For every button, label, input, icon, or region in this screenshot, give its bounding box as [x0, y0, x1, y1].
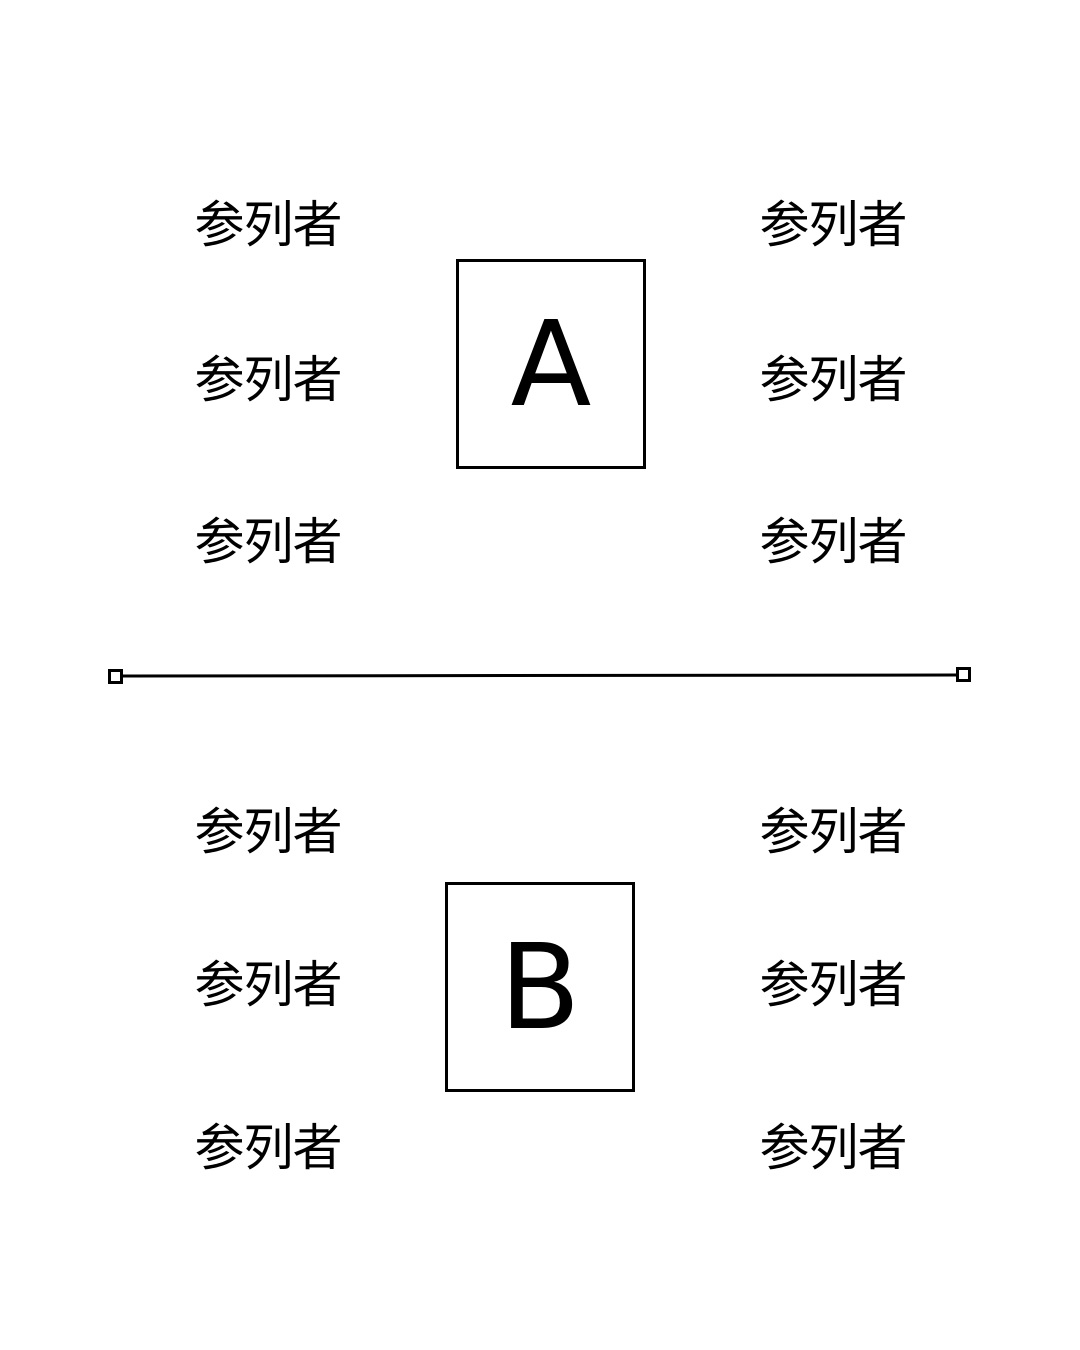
- group-a: 参列者 参列者 参列者 A 参列者 参列者 参列者: [0, 170, 1080, 590]
- attendee-a-right-3: 参列者: [759, 513, 908, 571]
- attendee-a-left-2: 参列者: [194, 351, 343, 409]
- table-a-label: A: [510, 295, 592, 433]
- attendee-b-right-3: 参列者: [759, 1119, 908, 1177]
- seating-diagram: 参列者 参列者 参列者 A 参列者 参列者 参列者 参列者 参列者 参列者 B …: [0, 0, 1080, 1350]
- attendee-a-left-3: 参列者: [194, 513, 343, 571]
- attendee-b-left-3: 参列者: [194, 1119, 343, 1177]
- attendee-b-right-1: 参列者: [759, 803, 908, 861]
- attendee-a-right-2: 参列者: [759, 351, 908, 409]
- table-a-box: A: [456, 259, 646, 469]
- table-b-label: B: [499, 918, 581, 1056]
- group-b: 参列者 参列者 参列者 B 参列者 参列者 参列者: [0, 775, 1080, 1195]
- divider-stroke: [121, 673, 958, 678]
- divider-handle-right: [956, 667, 971, 682]
- attendee-a-right-1: 参列者: [759, 196, 908, 254]
- attendee-b-left-2: 参列者: [194, 956, 343, 1014]
- attendee-b-left-1: 参列者: [194, 803, 343, 861]
- divider-handle-left: [108, 669, 123, 684]
- attendee-b-right-2: 参列者: [759, 956, 908, 1014]
- attendee-a-left-1: 参列者: [194, 196, 343, 254]
- table-b-box: B: [445, 882, 635, 1092]
